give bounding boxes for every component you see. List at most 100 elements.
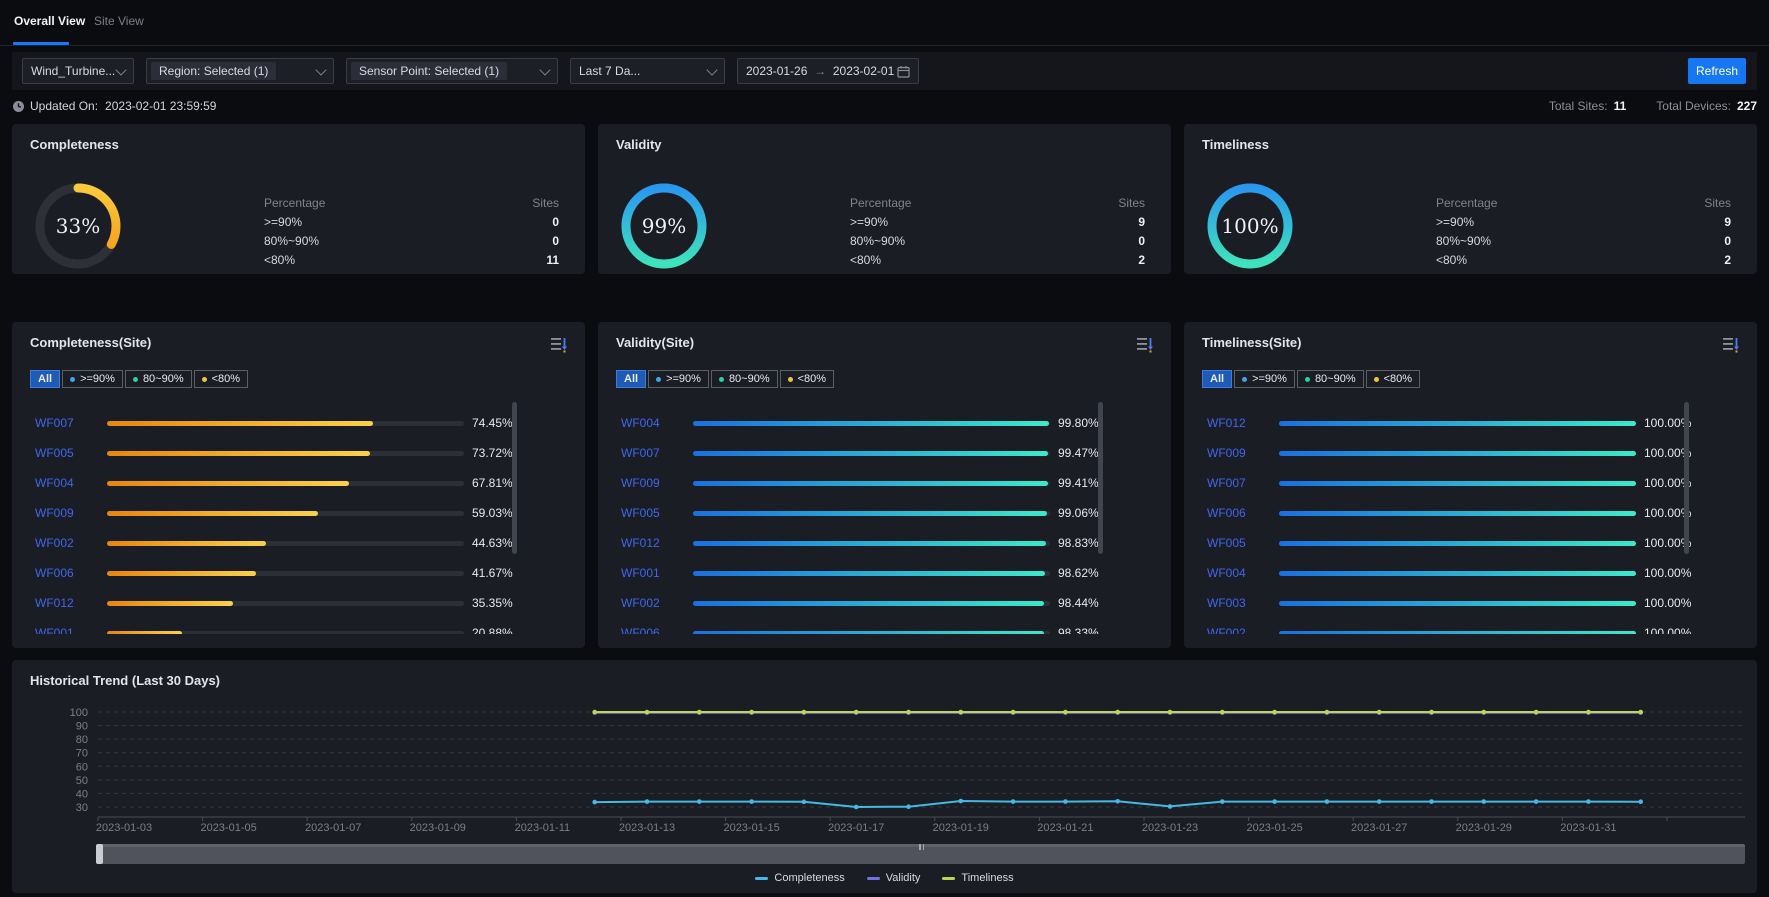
filter-chip-8090[interactable]: 80~90% <box>711 370 778 388</box>
filter-chip-80[interactable]: <80% <box>1366 370 1420 388</box>
filter-chip-all[interactable]: All <box>616 370 646 388</box>
site-link[interactable]: WF012 <box>35 596 107 610</box>
range-label: <80% <box>850 251 881 270</box>
site-link[interactable]: WF007 <box>621 446 693 460</box>
vertical-scrollbar[interactable] <box>512 402 517 554</box>
range-label: 80%~90% <box>850 232 905 251</box>
bar-fill <box>1279 601 1636 606</box>
sort-icon[interactable] <box>1721 336 1741 354</box>
bar-fill <box>693 421 1049 426</box>
site-bar-row: WF00499.80% <box>598 408 1171 438</box>
refresh-button[interactable]: Refresh <box>1688 58 1746 84</box>
site-link[interactable]: WF001 <box>621 566 693 580</box>
site-link[interactable]: WF004 <box>1207 566 1279 580</box>
filter-chip-90[interactable]: >=90% <box>62 370 123 388</box>
device-type-value: Wind_Turbine... <box>31 64 115 78</box>
site-bar-list: WF00774.45%WF00573.72%WF00467.81%WF00959… <box>12 408 585 634</box>
bar-track <box>1279 481 1636 486</box>
chip-label: All <box>1210 373 1224 385</box>
site-link[interactable]: WF005 <box>621 506 693 520</box>
site-link[interactable]: WF002 <box>621 596 693 610</box>
site-bar-row: WF00298.44% <box>598 588 1171 618</box>
sites-header: Sites <box>532 194 559 213</box>
legend-item-completeness[interactable]: Completeness <box>755 872 844 884</box>
sort-icon[interactable] <box>1135 336 1155 354</box>
filter-chip-all[interactable]: All <box>30 370 60 388</box>
region-dropdown[interactable]: Region: Selected (1) <box>146 58 334 84</box>
bar-track <box>1279 631 1636 635</box>
site-bar-row: WF009 99.41% <box>598 468 1171 498</box>
site-link[interactable]: WF012 <box>621 536 693 550</box>
bar-value: 99.41% <box>1058 476 1112 490</box>
svg-text:2023-01-19: 2023-01-19 <box>933 822 989 834</box>
trend-zoom-slider[interactable] <box>98 844 1745 864</box>
tab-overall-view[interactable]: Overall View <box>14 14 85 28</box>
chip-label: >=90% <box>80 373 115 385</box>
svg-text:2023-01-09: 2023-01-09 <box>410 822 466 834</box>
sites-value: 0 <box>1724 232 1731 251</box>
kpi-card-completeness: Completeness 33% Percentage Sites >=90%0… <box>12 124 585 274</box>
filter-chip-8090[interactable]: 80~90% <box>125 370 192 388</box>
vertical-scrollbar[interactable] <box>1098 402 1103 554</box>
vertical-scrollbar[interactable] <box>1684 402 1689 554</box>
site-bar-row: WF00120.88% <box>12 618 585 634</box>
site-link[interactable]: WF002 <box>1207 626 1279 634</box>
site-link[interactable]: WF012 <box>1207 416 1279 430</box>
legend-label: Completeness <box>774 872 844 884</box>
kpi-table: Percentage Sites >=90%0 80%~90%0 <80%11 <box>264 194 559 270</box>
site-link[interactable]: WF006 <box>35 566 107 580</box>
site-link[interactable]: WF005 <box>35 446 107 460</box>
site-link[interactable]: WF004 <box>35 476 107 490</box>
filter-chip-all[interactable]: All <box>1202 370 1232 388</box>
filter-bar: Wind_Turbine... Region: Selected (1) Sen… <box>12 52 1757 90</box>
sort-icon[interactable] <box>549 336 569 354</box>
chip-dot <box>1305 377 1310 382</box>
range-label: 80%~90% <box>264 232 319 251</box>
filter-chip-8090[interactable]: 80~90% <box>1297 370 1364 388</box>
date-range-arrow: → <box>810 64 830 78</box>
bar-value: 100.00% <box>1644 596 1698 610</box>
site-link[interactable]: WF001 <box>35 626 107 634</box>
svg-text:40: 40 <box>76 788 88 800</box>
chip-dot <box>1374 377 1379 382</box>
site-bar-row: WF00959.03% <box>12 498 585 528</box>
bar-fill <box>107 541 266 546</box>
filter-chip-80[interactable]: <80% <box>780 370 834 388</box>
date-range-picker[interactable]: 2023-01-26 → 2023-02-01 <box>737 58 919 84</box>
zoom-slider-grip[interactable] <box>917 844 927 850</box>
device-type-dropdown[interactable]: Wind_Turbine... <box>22 58 134 84</box>
site-link[interactable]: WF005 <box>1207 536 1279 550</box>
range-label: >=90% <box>850 213 888 232</box>
filter-chip-90[interactable]: >=90% <box>648 370 709 388</box>
svg-text:2023-01-27: 2023-01-27 <box>1351 822 1407 834</box>
tab-site-view[interactable]: Site View <box>94 14 144 28</box>
legend-item-validity[interactable]: Validity <box>867 872 921 884</box>
site-link[interactable]: WF004 <box>621 416 693 430</box>
kpi-title: Timeliness <box>1202 137 1269 152</box>
svg-text:2023-01-29: 2023-01-29 <box>1456 822 1512 834</box>
site-bar-row: WF005100.00% <box>1184 528 1757 558</box>
sites-header: Sites <box>1118 194 1145 213</box>
chip-label: 80~90% <box>729 373 770 385</box>
zoom-slider-left-handle[interactable] <box>96 844 103 864</box>
site-link[interactable]: WF006 <box>1207 506 1279 520</box>
site-link[interactable]: WF007 <box>35 416 107 430</box>
site-link[interactable]: WF003 <box>1207 596 1279 610</box>
legend-item-timeliness[interactable]: Timeliness <box>942 872 1013 884</box>
kpi-title: Completeness <box>30 137 119 152</box>
sites-value: 0 <box>552 232 559 251</box>
total-devices-label: Total Devices: <box>1656 99 1731 113</box>
chip-dot <box>133 377 138 382</box>
site-link[interactable]: WF009 <box>35 506 107 520</box>
time-range-dropdown[interactable]: Last 7 Da... <box>570 58 725 84</box>
site-link[interactable]: WF009 <box>1207 446 1279 460</box>
site-link[interactable]: WF002 <box>35 536 107 550</box>
site-link[interactable]: WF007 <box>1207 476 1279 490</box>
filter-chip-90[interactable]: >=90% <box>1234 370 1295 388</box>
site-link[interactable]: WF009 <box>621 476 693 490</box>
sensor-point-dropdown[interactable]: Sensor Point: Selected (1) <box>346 58 558 84</box>
site-card-timeliness: Timeliness(Site) All>=90%80~90%<80% WF01… <box>1184 322 1757 648</box>
filter-chip-80[interactable]: <80% <box>194 370 248 388</box>
site-link[interactable]: WF006 <box>621 626 693 634</box>
sites-value: 2 <box>1724 251 1731 270</box>
